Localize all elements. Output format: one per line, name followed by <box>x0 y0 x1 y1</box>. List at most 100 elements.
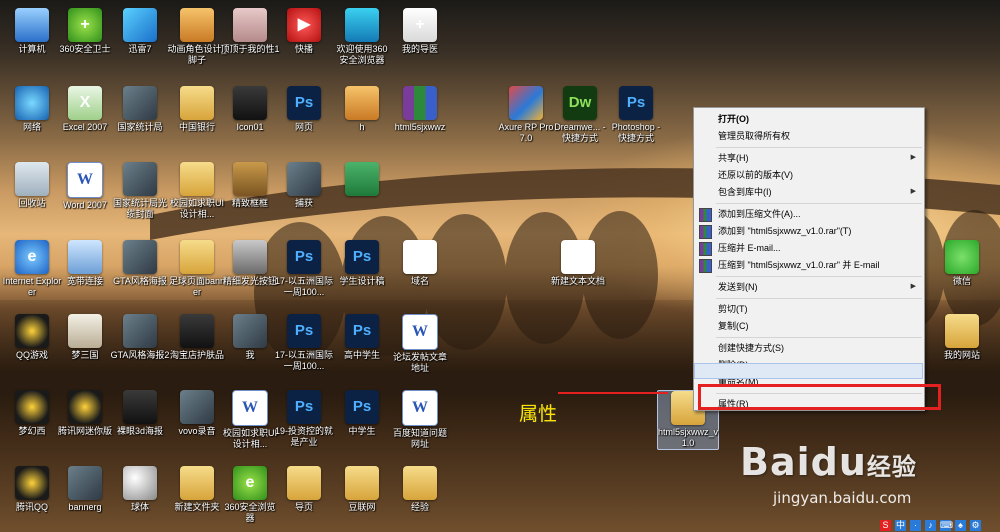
desktop-icon[interactable]: 我 <box>220 314 280 361</box>
desktop-icon[interactable]: 计算机 <box>2 8 62 55</box>
desktop-icon[interactable]: e 360安全浏览器 <box>220 466 280 524</box>
desktop-icon-label: 球体 <box>130 502 149 512</box>
desktop-icon[interactable]: 裸眼3d海报 <box>110 390 170 437</box>
menu-item[interactable]: 管理员取得所有权 <box>718 128 790 144</box>
desktop-icon-label: 微信 <box>952 276 971 286</box>
desktop-icon[interactable]: bannerg <box>55 466 115 513</box>
desktop-icon[interactable]: GTA风格海报2 <box>110 314 170 361</box>
desktop-icon[interactable]: h <box>332 86 392 133</box>
desktop-icon[interactable]: 域名 <box>390 240 450 287</box>
desktop-icon-label: 动画角色设计_脚子 <box>167 44 227 65</box>
menu-item[interactable]: 压缩并 E-mail... <box>718 240 781 256</box>
desktop-icon[interactable]: Ps 学生设计稿 <box>332 240 392 287</box>
desktop-icon[interactable]: e Internet Explorer <box>2 240 62 298</box>
wechat-icon <box>945 240 979 274</box>
menu-item[interactable]: 创建快捷方式(S) <box>718 340 784 356</box>
menu-separator <box>716 298 922 299</box>
desktop-icon[interactable]: 动画角色设计_脚子 <box>167 8 227 66</box>
desktop-icon[interactable]: Ps Photoshop - 快捷方式 <box>606 86 666 144</box>
desktop-icon[interactable]: 球体 <box>110 466 170 513</box>
desktop-icon[interactable]: 精致框框 <box>220 162 280 209</box>
desktop-icon[interactable]: 顶顶于我的性1 <box>220 8 280 55</box>
desktop-icon[interactable]: 新建文件夹 <box>167 466 227 513</box>
desktop-icon[interactable]: + 我的导医 <box>390 8 450 55</box>
desktop-icon[interactable]: Ps 高中学生 <box>332 314 392 361</box>
desktop-icon[interactable]: 校园如求职UI设计相... <box>167 162 227 220</box>
desktop-icon[interactable]: 腾讯网迷你版 <box>55 390 115 437</box>
desktop-icon[interactable]: 我的网站 <box>932 314 992 361</box>
desktop-icon[interactable]: Axure RP Pro 7.0 <box>496 86 556 144</box>
tray-icon[interactable]: S <box>880 519 891 531</box>
qq-icon <box>15 466 49 500</box>
desktop-icon-label: 我的网站 <box>943 350 980 360</box>
desktop-icon[interactable]: +360安全卫士 <box>55 8 115 55</box>
desktop-icon[interactable]: 国家统计局光缆封面 <box>110 162 170 220</box>
desktop-icon[interactable]: QQ游戏 <box>2 314 62 361</box>
desktop-icon[interactable]: 经验 <box>390 466 450 513</box>
desktop-icon[interactable]: 捕获 <box>274 162 334 209</box>
desktop-icon[interactable]: GTA风格海报 <box>110 240 170 287</box>
tray-icon[interactable]: · <box>910 519 921 531</box>
desktop-icon[interactable]: vovo录音 <box>167 390 227 437</box>
dark-icon <box>180 314 214 348</box>
desktop-icon[interactable] <box>332 162 392 198</box>
ps-icon: Ps <box>287 390 321 424</box>
desktop-icon[interactable]: 腾讯QQ <box>2 466 62 513</box>
menu-item[interactable]: 添加到 "html5sjxwwz_v1.0.rar"(T) <box>718 223 851 239</box>
desktop-icon[interactable]: 回收站 <box>2 162 62 209</box>
desktop-icon[interactable]: Ps 中学生 <box>332 390 392 437</box>
folder-icon <box>180 162 214 196</box>
desktop-icon[interactable]: html5sjxwwz <box>390 86 450 133</box>
menu-item[interactable]: 添加到压缩文件(A)... <box>718 206 801 222</box>
desktop-icon[interactable]: 迅雷7 <box>110 8 170 55</box>
desktop-icon[interactable]: 微信 <box>932 240 992 287</box>
frame-icon <box>233 162 267 196</box>
desktop-icon-label: 足球页面banner <box>168 276 226 297</box>
desktop-icon[interactable]: Ps 网页 <box>274 86 334 133</box>
desktop-icon[interactable]: 足球页面banner <box>167 240 227 298</box>
winrar-icon <box>699 242 712 256</box>
desktop-icon[interactable]: Ps 17-以五洲国际一周100... <box>274 240 334 298</box>
desktop-icon[interactable]: 梦幻西 <box>2 390 62 437</box>
red-icon: ▶ <box>287 8 321 42</box>
desktop-icon[interactable]: W 百度知道问题网址 <box>390 390 450 450</box>
menu-hover-highlight <box>694 363 923 379</box>
desktop-icon[interactable]: W 校园如求职UI设计相... <box>220 390 280 450</box>
desktop-icon[interactable]: 中国银行 <box>167 86 227 133</box>
menu-item[interactable]: 剪切(T) <box>718 301 748 317</box>
desktop-icon[interactable]: 新建文本文档 <box>548 240 608 287</box>
desktop-icon[interactable]: Dw Dreamwe... - 快捷方式 <box>550 86 610 144</box>
menu-item[interactable]: 压缩到 "html5sjxwwz_v1.0.rar" 并 E-mail <box>718 257 879 273</box>
desktop-icon[interactable]: 导页 <box>274 466 334 513</box>
desktop-icon[interactable]: W Word 2007 <box>55 162 115 211</box>
menu-item[interactable]: 共享(H) <box>718 150 749 166</box>
menu-item[interactable]: 打开(O) <box>718 111 749 127</box>
menu-item[interactable]: 复制(C) <box>718 318 749 334</box>
desktop-icon[interactable]: 精细发光按钮 <box>220 240 280 287</box>
desktop-icon[interactable]: W 论坛发帖文章地址 <box>390 314 450 374</box>
menu-separator <box>716 337 922 338</box>
desktop-icon[interactable]: X Excel 2007 <box>55 86 115 133</box>
desktop-icon[interactable]: 欢迎使用360安全浏览器 <box>332 8 392 66</box>
desktop-icon[interactable]: Ps 17-以五洲国际一周100... <box>274 314 334 372</box>
desktop-icon[interactable]: 国家统计局 <box>110 86 170 133</box>
desktop-icon[interactable]: 宽带连接 <box>55 240 115 287</box>
desktop-icon-label: 19-投资控的就是产业 <box>274 426 333 447</box>
tray-icon[interactable]: ♠ <box>955 519 966 531</box>
desktop-icon[interactable]: 豆联网 <box>332 466 392 513</box>
folder-icon <box>945 314 979 348</box>
desktop-icon[interactable]: 网络 <box>2 86 62 133</box>
tray-icon[interactable]: ♪ <box>925 519 936 531</box>
desktop-icon[interactable]: Ps 19-投资控的就是产业 <box>274 390 334 448</box>
desktop-icon[interactable]: 淘宝店护肤品 <box>167 314 227 361</box>
tray-icon[interactable]: 中 <box>895 519 906 531</box>
desktop-icon[interactable]: Icon01 <box>220 86 280 133</box>
annotation-arrow <box>558 392 668 394</box>
menu-item[interactable]: 发送到(N) <box>718 279 758 295</box>
menu-item[interactable]: 包含到库中(I) <box>718 184 772 200</box>
desktop-icon[interactable]: 梦三国 <box>55 314 115 361</box>
desktop-icon[interactable]: ▶ 快播 <box>274 8 334 55</box>
tray-icon[interactable]: ⌨ <box>940 519 953 531</box>
tray-icon[interactable]: ⚙ <box>970 519 981 531</box>
menu-item[interactable]: 还原以前的版本(V) <box>718 167 793 183</box>
